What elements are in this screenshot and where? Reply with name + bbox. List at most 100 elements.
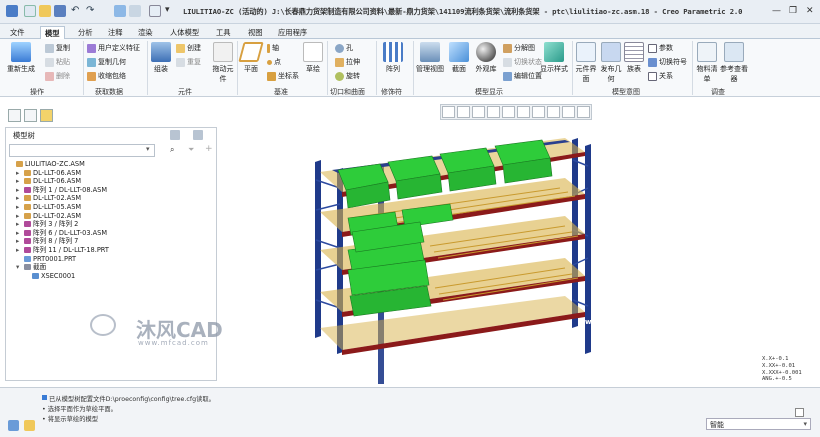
paste-button[interactable]: 粘贴 <box>45 57 70 67</box>
parameters-button[interactable]: 参数 <box>648 43 673 53</box>
tab-tools[interactable]: 工具 <box>212 26 235 39</box>
expand-arrow-icon[interactable]: ▸ <box>16 212 24 221</box>
component-interface-button[interactable]: 元件界面 <box>575 42 597 84</box>
drag-component-button[interactable]: 拖动元件 <box>212 42 234 84</box>
tree-item[interactable]: ▾ 截面 <box>8 263 213 272</box>
tree-item[interactable]: ▸ 阵列 1 / DL-LLT-08.ASM <box>8 186 213 195</box>
udf-button[interactable]: 用户定义特征 <box>87 43 140 53</box>
regenerate-button[interactable]: 重新生成 <box>6 42 36 74</box>
windows-icon[interactable] <box>129 5 141 17</box>
undo-icon[interactable]: ↶ <box>71 5 83 17</box>
appearance-button[interactable]: 外观库 <box>474 42 498 74</box>
regenerate-quick-icon[interactable] <box>114 5 126 17</box>
toggle-state-button[interactable]: 切换状态 <box>503 57 542 67</box>
delete-button[interactable]: 删除 <box>45 71 70 81</box>
spin-center-icon[interactable] <box>577 106 590 118</box>
shrinkwrap-button[interactable]: 收缩包络 <box>87 71 126 81</box>
new-file-icon[interactable] <box>24 5 36 17</box>
manage-views-button[interactable]: 管理视图 <box>416 42 444 74</box>
axis-button[interactable]: 轴 <box>267 43 279 53</box>
tree-item[interactable]: ▸ DL-LLT-02.ASM <box>8 212 213 221</box>
expand-arrow-icon[interactable]: ▸ <box>16 177 24 186</box>
tree-item[interactable]: ▸ 阵列 3 / 阵列 2 <box>8 220 213 229</box>
csys-button[interactable]: 坐标系 <box>267 71 299 81</box>
find-icon[interactable]: ⌕ <box>170 145 174 155</box>
favorites-tab-icon[interactable] <box>40 109 53 122</box>
expand-arrow-icon[interactable]: ▸ <box>16 186 24 195</box>
tab-manikin[interactable]: 人体模型 <box>166 26 203 39</box>
view-manager-icon[interactable] <box>517 106 530 118</box>
section-button[interactable]: 截面 <box>448 42 470 74</box>
minimize-button[interactable]: — <box>772 6 781 16</box>
tree-item[interactable]: ▸ DL-LLT-05.ASM <box>8 203 213 212</box>
layers-icon[interactable] <box>24 420 35 431</box>
expand-arrow-icon[interactable]: ▸ <box>16 220 24 229</box>
tree-item[interactable]: ▸ DL-LLT-06.ASM <box>8 177 213 186</box>
sketch-button[interactable]: 草绘 <box>302 42 324 74</box>
copy-geometry-button[interactable]: 复制几何 <box>87 57 126 67</box>
repeat-button[interactable]: 重复 <box>176 57 201 67</box>
maximize-button[interactable]: ❐ <box>789 6 797 16</box>
repaint-icon[interactable] <box>487 106 500 118</box>
expand-arrow-icon[interactable]: ▸ <box>16 194 24 203</box>
tree-settings-icon[interactable] <box>170 130 180 140</box>
model-tree-tab-icon[interactable] <box>8 109 21 122</box>
expand-arrow-icon[interactable]: ▸ <box>16 237 24 246</box>
redo-icon[interactable]: ↷ <box>86 5 98 17</box>
tab-model[interactable]: 模型 <box>40 26 65 39</box>
save-icon[interactable] <box>54 5 66 17</box>
tree-search-input[interactable] <box>9 144 155 157</box>
tree-item[interactable]: ▸ 阵列 8 / 阵列 7 <box>8 237 213 246</box>
tree-item[interactable]: LIULITIAO-ZC.ASM <box>8 160 213 169</box>
zoom-out-icon[interactable] <box>457 106 470 118</box>
edit-position-button[interactable]: 编辑位置 <box>503 71 542 81</box>
tree-item[interactable]: ▸ DL-LLT-06.ASM <box>8 169 213 178</box>
expand-arrow-icon[interactable]: ▾ <box>16 263 24 272</box>
assemble-button[interactable]: 组装 <box>150 42 172 74</box>
extrude-button[interactable]: 拉伸 <box>335 57 360 67</box>
add-column-icon[interactable]: + <box>205 144 213 154</box>
tab-analysis[interactable]: 分析 <box>74 26 97 39</box>
tree-item[interactable]: PRT0001.PRT <box>8 255 213 264</box>
switch-symbol-button[interactable]: 切换符号 <box>648 57 687 67</box>
tree-item[interactable]: ▸ 阵列 11 / DL-LLT-18.PRT <box>8 246 213 255</box>
create-component-button[interactable]: 创建 <box>176 43 201 53</box>
tab-render[interactable]: 渲染 <box>134 26 157 39</box>
point-button[interactable]: 点 <box>267 57 281 67</box>
tab-file[interactable]: 文件 <box>6 26 29 39</box>
explode-view-button[interactable]: 分解图 <box>503 43 535 53</box>
perspective-icon[interactable] <box>532 106 545 118</box>
status-icon[interactable] <box>8 420 19 431</box>
display-style-quick-icon[interactable] <box>547 106 560 118</box>
saved-views-icon[interactable] <box>502 106 515 118</box>
copy-button[interactable]: 复制 <box>45 43 70 53</box>
expand-arrow-icon[interactable]: ▸ <box>16 229 24 238</box>
family-table-button[interactable]: 族表 <box>624 42 644 74</box>
relations-button[interactable]: 关系 <box>648 71 673 81</box>
bom-button[interactable]: 物料清单 <box>696 42 718 84</box>
tab-applications[interactable]: 应用程序 <box>274 26 311 39</box>
revolve-button[interactable]: 旋转 <box>335 71 360 81</box>
tree-item[interactable]: XSEC0001 <box>8 272 213 281</box>
hole-button[interactable]: 孔 <box>335 43 353 53</box>
close-button[interactable]: ✕ <box>806 6 814 16</box>
expand-arrow-icon[interactable]: ▸ <box>16 203 24 212</box>
tab-annotate[interactable]: 注释 <box>104 26 127 39</box>
publish-geometry-button[interactable]: 发布几何 <box>600 42 622 84</box>
tree-show-icon[interactable] <box>193 130 203 140</box>
plane-button[interactable]: 平面 <box>238 42 264 74</box>
datum-display-icon[interactable] <box>562 106 575 118</box>
close-window-icon[interactable] <box>149 5 161 17</box>
customize-chevron-icon[interactable]: ▾ <box>165 5 177 17</box>
refit-icon[interactable] <box>472 106 485 118</box>
open-folder-icon[interactable] <box>39 5 51 17</box>
reference-viewer-button[interactable]: 参考查看器 <box>720 42 748 84</box>
graphics-viewport[interactable]: www.mfcad.com 沐风CAD www.mfcad.com <box>90 100 820 388</box>
zoom-in-icon[interactable] <box>442 106 455 118</box>
display-style-button[interactable]: 显示样式 <box>540 42 568 74</box>
filter-icon[interactable]: ⏷ <box>188 145 194 155</box>
pattern-button[interactable]: 阵列 <box>382 42 404 74</box>
expand-arrow-icon[interactable]: ▸ <box>16 246 24 255</box>
tab-view[interactable]: 视图 <box>244 26 267 39</box>
folder-browser-tab-icon[interactable] <box>24 109 37 122</box>
